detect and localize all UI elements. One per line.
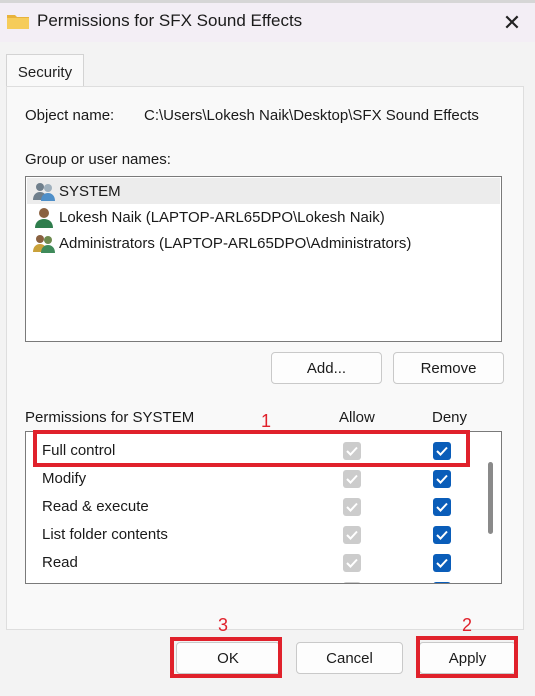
permissions-scrollbar[interactable]	[488, 462, 493, 534]
users-group-icon	[33, 183, 55, 201]
users-group-icon	[33, 235, 55, 253]
group-or-user-names-label: Group or user names:	[25, 151, 171, 168]
user-name: Lokesh Naik (LAPTOP-ARL65DPO\Lokesh Naik…	[59, 208, 385, 226]
allow-checkbox-partial	[343, 582, 361, 583]
add-button[interactable]: Add...	[271, 352, 382, 384]
allow-checkbox-list-folder-contents	[343, 526, 361, 544]
permission-row-read-execute: Read & execute	[26, 493, 486, 521]
close-button[interactable]: ✕	[489, 3, 535, 42]
title-bar: Permissions for SFX Sound Effects ✕	[0, 3, 535, 42]
cancel-button[interactable]: Cancel	[296, 642, 403, 674]
tab-strip: Security	[0, 42, 535, 89]
permission-row-modify: Modify	[26, 465, 486, 493]
user-name: SYSTEM	[59, 182, 121, 200]
allow-column-header: Allow	[339, 409, 375, 426]
annotation-number-2: 2	[462, 615, 473, 635]
list-item-administrators[interactable]: Administrators (LAPTOP-ARL65DPO\Administ…	[27, 230, 500, 256]
permission-name: Read	[42, 554, 78, 571]
deny-checkbox-read[interactable]	[433, 554, 451, 572]
permission-row-partial	[26, 577, 486, 583]
permissions-for-label: Permissions for SYSTEM	[25, 409, 195, 426]
deny-checkbox-modify[interactable]	[433, 470, 451, 488]
group-user-list[interactable]: SYSTEM Lokesh Naik (LAPTOP-ARL65DPO\Loke…	[25, 176, 502, 342]
deny-column-header: Deny	[432, 409, 468, 426]
folder-icon	[7, 15, 29, 29]
allow-checkbox-modify	[343, 470, 361, 488]
list-item-system[interactable]: SYSTEM	[27, 178, 500, 204]
deny-checkbox-read-execute[interactable]	[433, 498, 451, 516]
security-panel: Object name: C:\Users\Lokesh Naik\Deskto…	[6, 86, 524, 630]
annotation-box-1	[33, 430, 470, 467]
allow-checkbox-read-execute	[343, 498, 361, 516]
annotation-box-2	[416, 636, 518, 678]
close-icon: ✕	[502, 9, 522, 35]
object-name-label: Object name:	[25, 107, 115, 124]
annotation-number-3: 3	[218, 615, 229, 635]
permission-name: Read & execute	[42, 498, 149, 515]
allow-checkbox-read	[343, 554, 361, 572]
window-title: Permissions for SFX Sound Effects	[37, 11, 303, 30]
permission-name: Modify	[42, 470, 87, 487]
user-name: Administrators (LAPTOP-ARL65DPO\Administ…	[59, 234, 412, 252]
user-icon	[35, 208, 53, 228]
object-name-value: C:\Users\Lokesh Naik\Desktop\SFX Sound E…	[144, 107, 479, 124]
remove-button[interactable]: Remove	[393, 352, 504, 384]
tab-security[interactable]: Security	[6, 54, 84, 89]
annotation-number-1: 1	[261, 411, 272, 431]
permission-row-read: Read	[26, 549, 486, 577]
deny-checkbox-list-folder-contents[interactable]	[433, 526, 451, 544]
annotation-box-3	[170, 637, 282, 678]
list-item-lokesh-naik[interactable]: Lokesh Naik (LAPTOP-ARL65DPO\Lokesh Naik…	[27, 204, 500, 230]
permission-row-list-folder-contents: List folder contents	[26, 521, 486, 549]
permission-name: List folder contents	[42, 526, 168, 543]
deny-checkbox-partial[interactable]	[433, 582, 451, 583]
